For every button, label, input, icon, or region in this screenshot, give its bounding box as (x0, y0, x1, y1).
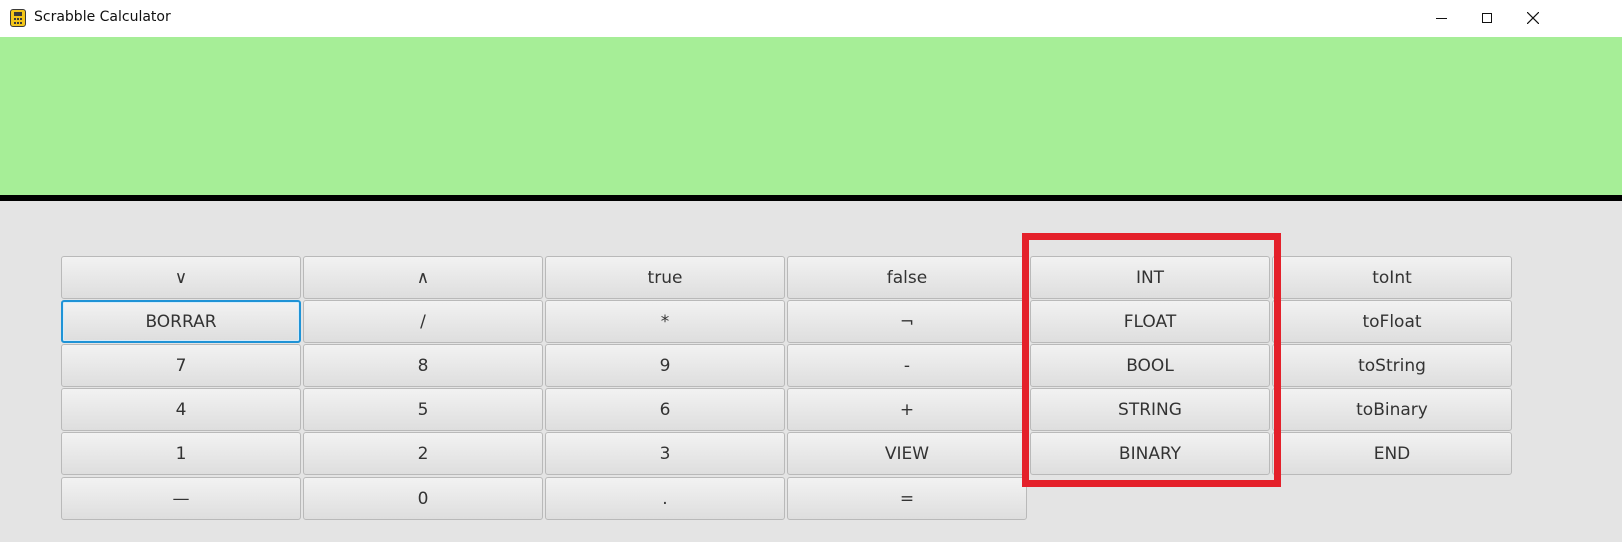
key-r4-c4[interactable]: BINARY (1030, 432, 1270, 475)
key-r2-c0[interactable]: 7 (61, 344, 301, 387)
key-r3-c1[interactable]: 5 (303, 388, 543, 431)
calculator-icon (10, 9, 26, 27)
key-r1-c0[interactable]: BORRAR (61, 300, 301, 343)
key-r2-c5[interactable]: toString (1272, 344, 1512, 387)
minimize-icon (1436, 18, 1447, 19)
key-r1-c4[interactable]: FLOAT (1030, 300, 1270, 343)
key-r3-c3[interactable]: + (787, 388, 1027, 431)
key-r1-c2[interactable]: * (545, 300, 785, 343)
key-r2-c3[interactable]: - (787, 344, 1027, 387)
key-r3-c2[interactable]: 6 (545, 388, 785, 431)
close-button[interactable] (1510, 0, 1556, 37)
key-r1-c1[interactable]: / (303, 300, 543, 343)
key-r0-c3[interactable]: false (787, 256, 1027, 299)
key-r5-c3[interactable]: = (787, 477, 1027, 520)
key-r1-c3[interactable]: ¬ (787, 300, 1027, 343)
key-r5-c1[interactable]: 0 (303, 477, 543, 520)
key-r0-c5[interactable]: toInt (1272, 256, 1512, 299)
key-r2-c1[interactable]: 8 (303, 344, 543, 387)
title-bar: Scrabble Calculator (0, 0, 1622, 38)
key-r4-c5[interactable]: END (1272, 432, 1512, 475)
key-r3-c5[interactable]: toBinary (1272, 388, 1512, 431)
key-r3-c0[interactable]: 4 (61, 388, 301, 431)
key-r5-c2[interactable]: . (545, 477, 785, 520)
maximize-icon (1482, 13, 1492, 23)
key-r0-c2[interactable]: true (545, 256, 785, 299)
maximize-button[interactable] (1464, 0, 1510, 37)
key-r4-c2[interactable]: 3 (545, 432, 785, 475)
key-r2-c2[interactable]: 9 (545, 344, 785, 387)
key-r0-c1[interactable]: ∧ (303, 256, 543, 299)
close-icon (1527, 12, 1539, 24)
key-r3-c4[interactable]: STRING (1030, 388, 1270, 431)
key-r2-c4[interactable]: BOOL (1030, 344, 1270, 387)
window-title: Scrabble Calculator (34, 9, 171, 25)
key-r1-c5[interactable]: toFloat (1272, 300, 1512, 343)
key-r4-c1[interactable]: 2 (303, 432, 543, 475)
key-r0-c0[interactable]: ∨ (61, 256, 301, 299)
minimize-button[interactable] (1418, 0, 1464, 37)
key-r4-c3[interactable]: VIEW (787, 432, 1027, 475)
key-r5-c0[interactable]: — (61, 477, 301, 520)
key-r0-c4[interactable]: INT (1030, 256, 1270, 299)
calculator-display (0, 37, 1622, 195)
key-r4-c0[interactable]: 1 (61, 432, 301, 475)
